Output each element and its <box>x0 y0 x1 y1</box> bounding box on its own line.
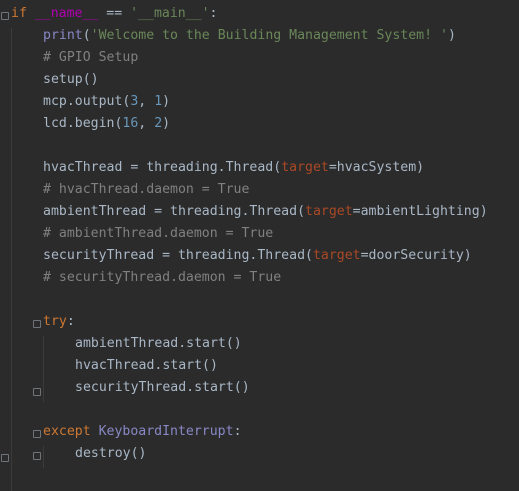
code-token: =doorSecurity) <box>360 248 472 263</box>
code-line[interactable]: hvacThread.start() <box>0 355 519 377</box>
code-token: 16 <box>122 116 139 131</box>
code-token: target <box>312 248 361 263</box>
code-line[interactable]: if __name__ == '__main__': <box>0 3 519 25</box>
code-line[interactable]: setup() <box>0 69 519 91</box>
code-token: __name__ <box>34 6 99 21</box>
code-token: : <box>209 6 218 21</box>
code-token: hvacThread.start() <box>75 358 218 373</box>
code-line[interactable]: print('Welcome to the Building Managemen… <box>0 25 519 47</box>
code-token: try <box>43 314 67 329</box>
code-line[interactable]: mcp.output(3, 1) <box>0 91 519 113</box>
code-token: 2 <box>154 116 163 131</box>
code-token: except <box>43 424 99 439</box>
code-line[interactable]: ambientThread.start() <box>0 333 519 355</box>
code-line[interactable]: except KeyboardInterrupt: <box>0 421 519 443</box>
code-lines[interactable]: if __name__ == '__main__': print('Welcome… <box>0 3 519 465</box>
code-line[interactable] <box>0 399 519 421</box>
code-token: KeyboardInterrupt <box>98 424 234 439</box>
code-line[interactable]: destroy() <box>0 443 519 465</box>
code-token: ) <box>162 116 171 131</box>
code-token: target <box>281 160 329 175</box>
code-token: # ambientThread.daemon = True <box>43 226 274 241</box>
code-line[interactable] <box>0 135 519 157</box>
code-token: hvacThread = threading.Thread( <box>43 160 282 175</box>
code-token: '__main__' <box>130 6 210 21</box>
code-line[interactable]: # GPIO Setup <box>0 47 519 69</box>
code-token: == <box>98 6 131 21</box>
code-line[interactable]: ambientThread = threading.Thread(target=… <box>0 201 519 223</box>
code-token: ambientThread = threading.Thread( <box>43 204 306 219</box>
code-line[interactable]: # hvacThread.daemon = True <box>0 179 519 201</box>
code-line[interactable]: securityThread = threading.Thread(target… <box>0 245 519 267</box>
code-editor[interactable]: if __name__ == '__main__': print('Welcome… <box>0 3 519 491</box>
code-line[interactable]: # securityThread.daemon = True <box>0 267 519 289</box>
code-token: # hvacThread.daemon = True <box>43 182 250 197</box>
code-token: ) <box>162 94 171 109</box>
code-token: mcp.output( <box>43 94 131 109</box>
code-line[interactable]: securityThread.start() <box>0 377 519 399</box>
code-token: ( <box>82 28 91 43</box>
code-token: destroy() <box>75 446 147 461</box>
code-line[interactable]: lcd.begin(16, 2) <box>0 113 519 135</box>
code-line[interactable] <box>0 289 519 311</box>
code-token: 1 <box>154 94 163 109</box>
code-token: print <box>43 28 83 43</box>
code-token: ambientThread.start() <box>75 336 242 351</box>
code-token: =hvacSystem) <box>328 160 425 175</box>
code-token: , <box>138 94 155 109</box>
code-token: securityThread.start() <box>75 380 250 395</box>
code-token: : <box>233 424 242 439</box>
code-token: 'Welcome to the Building Management Syst… <box>90 28 448 43</box>
code-token: , <box>138 116 155 131</box>
code-token: securityThread = threading.Thread( <box>43 248 313 263</box>
code-token: target <box>305 204 353 219</box>
code-token: # GPIO Setup <box>43 50 139 65</box>
code-token: ) <box>447 28 456 43</box>
code-line[interactable]: hvacThread = threading.Thread(target=hva… <box>0 157 519 179</box>
code-token: # securityThread.daemon = True <box>43 270 282 285</box>
code-token: lcd.begin( <box>43 116 123 131</box>
code-token: : <box>66 314 75 329</box>
code-token: =ambientLighting) <box>352 204 488 219</box>
code-line[interactable]: # ambientThread.daemon = True <box>0 223 519 245</box>
code-token: if <box>11 6 35 21</box>
code-line[interactable]: try: <box>0 311 519 333</box>
code-token: setup() <box>43 72 99 87</box>
